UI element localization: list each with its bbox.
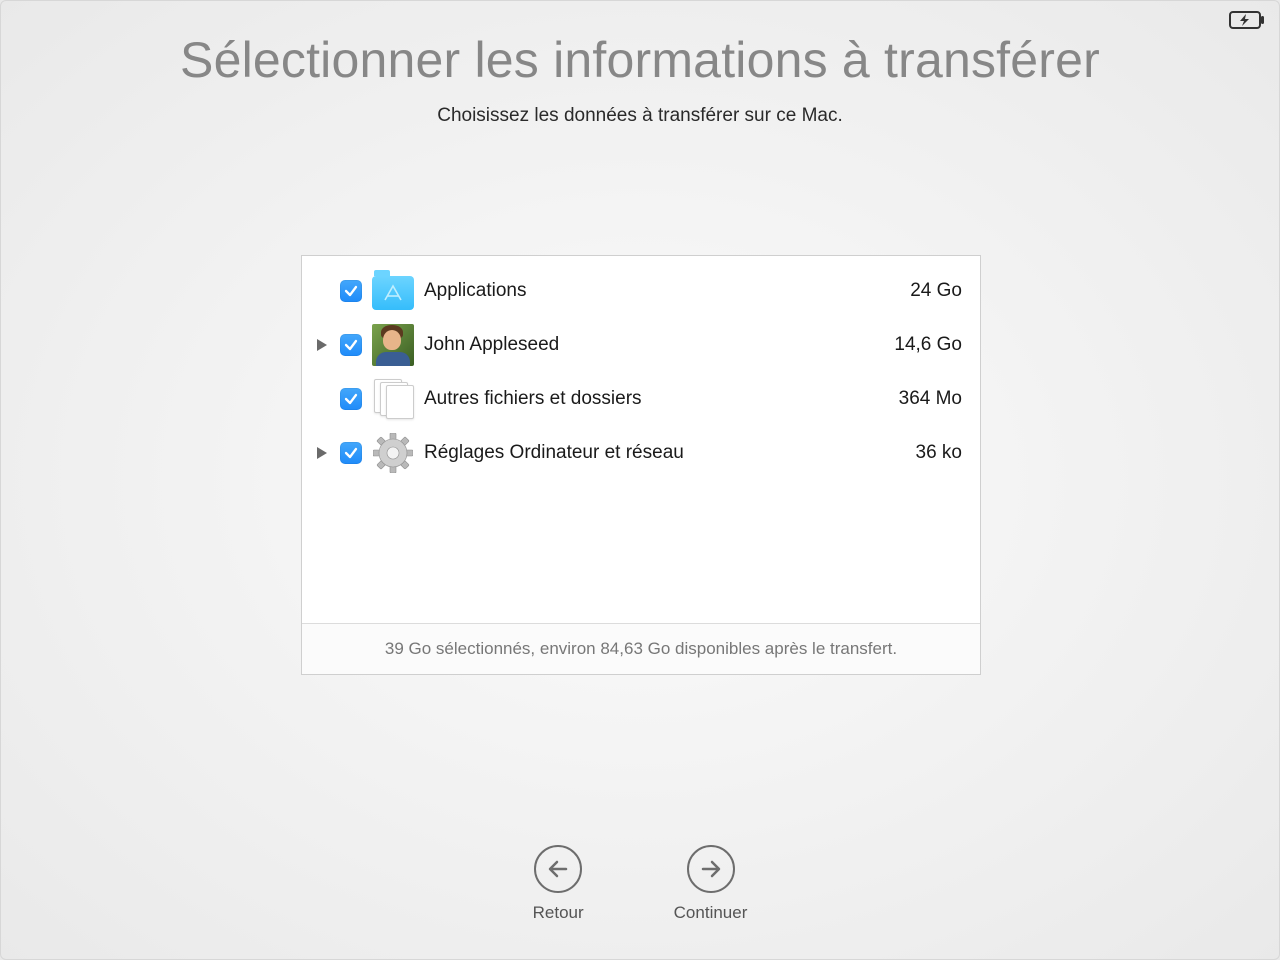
checkbox[interactable] xyxy=(340,388,362,410)
applications-folder-icon xyxy=(372,270,414,312)
checkbox[interactable] xyxy=(340,442,362,464)
item-label: Autres fichiers et dossiers xyxy=(424,388,889,410)
disclosure-triangle-icon[interactable] xyxy=(314,339,330,351)
selection-summary: 39 Go sélectionnés, environ 84,63 Go dis… xyxy=(302,623,980,674)
checkbox[interactable] xyxy=(340,280,362,302)
gear-icon xyxy=(372,432,414,474)
list-item: Autres fichiers et dossiers 364 Mo xyxy=(314,372,968,426)
continue-label: Continuer xyxy=(674,903,748,923)
item-label: Applications xyxy=(424,280,900,302)
page-title: Sélectionner les informations à transfér… xyxy=(41,31,1239,89)
item-size: 364 Mo xyxy=(899,388,968,410)
list-item: Réglages Ordinateur et réseau 36 ko xyxy=(314,426,968,480)
item-label: Réglages Ordinateur et réseau xyxy=(424,442,906,464)
continue-button[interactable]: Continuer xyxy=(674,845,748,923)
battery-charging-icon xyxy=(1229,11,1265,34)
arrow-left-icon xyxy=(534,845,582,893)
checkbox[interactable] xyxy=(340,334,362,356)
item-label: John Appleseed xyxy=(424,334,884,356)
documents-stack-icon xyxy=(372,378,414,420)
arrow-right-icon xyxy=(687,845,735,893)
item-size: 14,6 Go xyxy=(894,334,968,356)
back-label: Retour xyxy=(533,903,584,923)
page-subtitle: Choisissez les données à transférer sur … xyxy=(1,105,1279,127)
list-item: Applications 24 Go xyxy=(314,264,968,318)
disclosure-triangle-icon[interactable] xyxy=(314,447,330,459)
transfer-selection-panel: Applications 24 Go John Appleseed 14,6 G… xyxy=(301,255,981,675)
back-button[interactable]: Retour xyxy=(533,845,584,923)
list-item: John Appleseed 14,6 Go xyxy=(314,318,968,372)
user-avatar-icon xyxy=(372,324,414,366)
item-size: 24 Go xyxy=(910,280,968,302)
transfer-item-list: Applications 24 Go John Appleseed 14,6 G… xyxy=(302,256,980,624)
item-size: 36 ko xyxy=(916,442,968,464)
